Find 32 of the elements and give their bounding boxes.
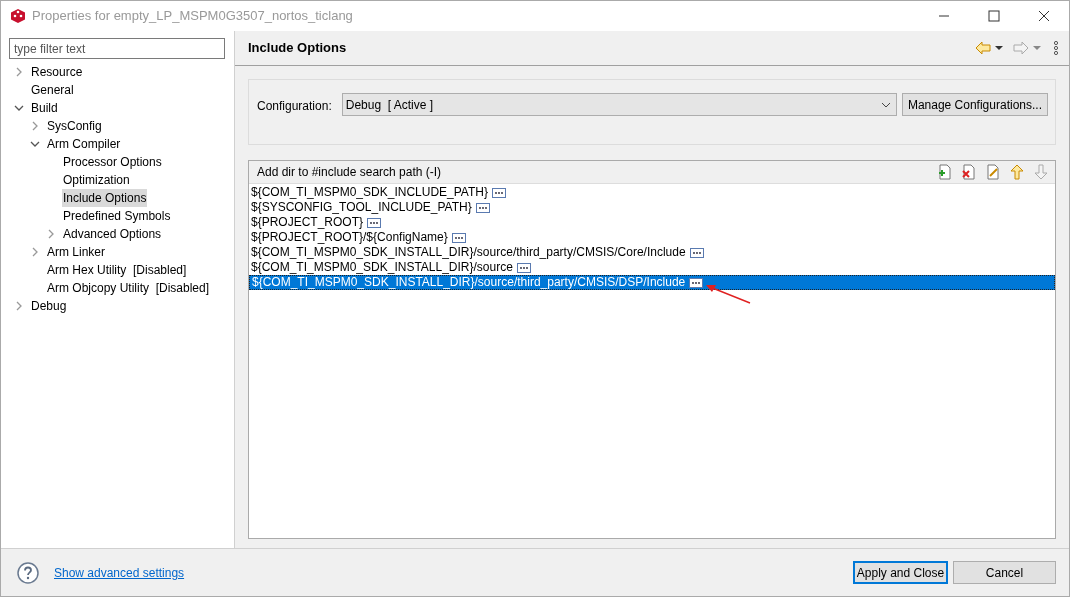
tree-item[interactable]: Optimization: [62, 171, 131, 189]
tree-item[interactable]: General: [30, 81, 75, 99]
list-row[interactable]: ${PROJECT_ROOT}/${ConfigName}: [249, 230, 1055, 245]
list-row[interactable]: ${COM_TI_MSPM0_SDK_INSTALL_DIR}/source/third_party/CMSIS/Core/Include: [249, 245, 1055, 260]
tree-item[interactable]: SysConfig: [46, 117, 103, 135]
tree-item[interactable]: Arm Compiler: [46, 135, 122, 153]
tree-item[interactable]: Arm Linker: [46, 243, 106, 261]
tree-item[interactable]: Include Options: [62, 189, 148, 207]
tree-item[interactable]: Debug: [30, 297, 68, 315]
tree-item[interactable]: Build: [30, 99, 59, 117]
filter-field[interactable]: type filter text: [9, 38, 225, 59]
tree-item[interactable]: Processor Options: [62, 153, 163, 171]
configuration-label: Configuration:: [257, 98, 332, 115]
tree-item[interactable]: Predefined Symbols: [62, 207, 172, 225]
tree-item[interactable]: Arm Objcopy Utility [Disabled]: [46, 279, 211, 297]
tree-item[interactable]: Resource: [30, 63, 84, 81]
configuration-value: Debug [ Active ]: [345, 96, 434, 114]
show-advanced-settings-link[interactable]: Show advanced settings: [54, 563, 185, 582]
list-row[interactable]: ${COM_TI_MSPM0_SDK_INSTALL_DIR}/source/third_party/CMSIS/DSP/Include: [249, 275, 1055, 290]
manage-configurations-button[interactable]: Manage Configurations...: [901, 93, 1048, 116]
list-title: Add dir to #include search path (-I): [257, 164, 442, 181]
list-row[interactable]: ${COM_TI_MSPM0_SDK_INSTALL_DIR}/source: [249, 260, 1055, 275]
list-row[interactable]: ${PROJECT_ROOT}: [249, 215, 1055, 230]
cancel-button[interactable]: Cancel: [953, 561, 1056, 584]
list-row[interactable]: ${COM_TI_MSPM0_SDK_INCLUDE_PATH}: [249, 185, 1055, 200]
tree-item[interactable]: Arm Hex Utility [Disabled]: [46, 261, 188, 279]
list-row[interactable]: ${SYSCONFIG_TOOL_INCLUDE_PATH}: [249, 200, 1055, 215]
page-title: Include Options: [248, 39, 347, 58]
apply-and-close-button[interactable]: Apply and Close: [853, 561, 948, 584]
configuration-dropdown[interactable]: Debug [ Active ]: [341, 93, 897, 116]
tree-item[interactable]: Advanced Options: [62, 225, 163, 243]
window-title: Properties for empty_LP_MSPM0G3507_nortos_ticlang: [32, 7, 353, 26]
